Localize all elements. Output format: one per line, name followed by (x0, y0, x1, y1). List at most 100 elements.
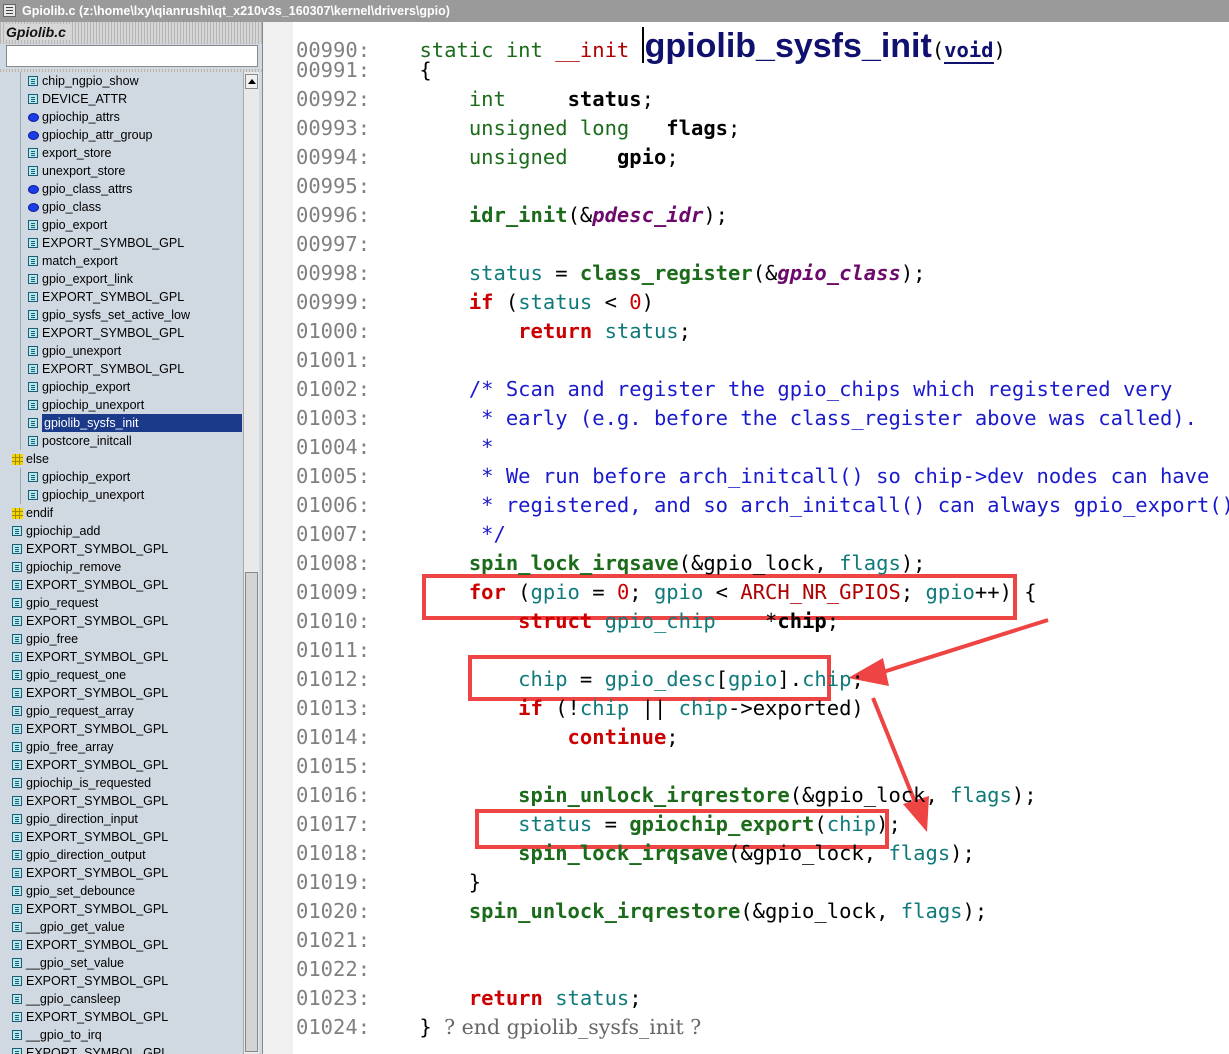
code-line[interactable]: 01004: * (296, 433, 494, 462)
symbol-item[interactable]: gpio_class_attrs (0, 180, 244, 198)
symbol-item[interactable]: EXPORT_SYMBOL_GPL (0, 756, 244, 774)
symbol-item[interactable]: __gpio_set_value (0, 954, 244, 972)
line-number: 01007 (296, 522, 358, 546)
code-line[interactable]: 01006: * registered, and so arch_initcal… (296, 491, 1229, 520)
code-line[interactable]: 01007: */ (296, 520, 506, 549)
symbol-item[interactable]: else (0, 450, 244, 468)
code-line[interactable]: 01017: status = gpiochip_export(chip); (296, 810, 901, 839)
symbol-item[interactable]: EXPORT_SYMBOL_GPL (0, 900, 244, 918)
symbol-item[interactable]: EXPORT_SYMBOL_GPL (0, 360, 244, 378)
symbol-item[interactable]: gpio_class (0, 198, 244, 216)
symbol-search-input[interactable] (6, 45, 258, 67)
code-line[interactable]: 00992: int status; (296, 85, 654, 114)
code-line[interactable]: 01003: * early (e.g. before the class_re… (296, 404, 1197, 433)
symbol-item[interactable]: __gpio_cansleep (0, 990, 244, 1008)
code-line[interactable]: 01009: for (gpio = 0; gpio < ARCH_NR_GPI… (296, 578, 1037, 607)
symbol-item[interactable]: gpio_set_debounce (0, 882, 244, 900)
symbol-item[interactable]: chip_ngpio_show (0, 72, 244, 90)
symbol-item[interactable]: postcore_initcall (0, 432, 244, 450)
symbol-item[interactable]: gpio_unexport (0, 342, 244, 360)
symbol-item[interactable]: gpio_request_one (0, 666, 244, 684)
symbol-item[interactable]: EXPORT_SYMBOL_GPL (0, 972, 244, 990)
code-line[interactable]: 00995: (296, 172, 370, 201)
symbol-item[interactable]: EXPORT_SYMBOL_GPL (0, 864, 244, 882)
symbol-item[interactable]: EXPORT_SYMBOL_GPL (0, 576, 244, 594)
symbol-item[interactable]: EXPORT_SYMBOL_GPL (0, 720, 244, 738)
code-line[interactable]: 01016: spin_unlock_irqrestore(&gpio_lock… (296, 781, 1037, 810)
symbol-item[interactable]: EXPORT_SYMBOL_GPL (0, 792, 244, 810)
code-line[interactable]: 00990: static int __init gpiolib_sysfs_i… (296, 27, 1006, 64)
code-line[interactable]: 01008: spin_lock_irqsave(&gpio_lock, fla… (296, 549, 926, 578)
symbol-item[interactable]: DEVICE_ATTR (0, 90, 244, 108)
symbol-item[interactable]: __gpio_to_irq (0, 1026, 244, 1044)
symbol-item[interactable]: match_export (0, 252, 244, 270)
symbol-item[interactable]: gpio_sysfs_set_active_low (0, 306, 244, 324)
symbol-item[interactable]: gpiochip_export (0, 378, 244, 396)
symbol-item[interactable]: gpio_direction_output (0, 846, 244, 864)
symbol-item[interactable]: EXPORT_SYMBOL_GPL (0, 1008, 244, 1026)
symbol-item[interactable]: EXPORT_SYMBOL_GPL (0, 936, 244, 954)
code-line[interactable]: 01022: (296, 955, 370, 984)
code-line[interactable]: 00993: unsigned long flags; (296, 114, 740, 143)
symbol-item[interactable]: gpiochip_unexport (0, 396, 244, 414)
code-line[interactable]: 01010: struct gpio_chip *chip; (296, 607, 839, 636)
code-line[interactable]: 01018: spin_lock_irqsave(&gpio_lock, fla… (296, 839, 975, 868)
code-line[interactable]: 00999: if (status < 0) (296, 288, 654, 317)
symbol-item[interactable]: unexport_store (0, 162, 244, 180)
code-line[interactable]: 00994: unsigned gpio; (296, 143, 679, 172)
symbol-item[interactable]: gpio_request_array (0, 702, 244, 720)
symbol-item[interactable]: EXPORT_SYMBOL_GPL (0, 828, 244, 846)
symbol-item[interactable]: gpiochip_attrs (0, 108, 244, 126)
code-line[interactable]: 01014: continue; (296, 723, 679, 752)
symbol-list-scrollbar[interactable] (243, 72, 259, 1054)
symbol-item[interactable]: EXPORT_SYMBOL_GPL (0, 684, 244, 702)
code-line[interactable]: 01015: (296, 752, 370, 781)
symbol-item[interactable]: gpio_free (0, 630, 244, 648)
symbol-item[interactable]: gpiochip_export (0, 468, 244, 486)
code-line[interactable]: 00997: (296, 230, 370, 259)
code-token: (& (567, 203, 593, 227)
code-line[interactable]: 01000: return status; (296, 317, 691, 346)
code-line[interactable]: 01011: (296, 636, 370, 665)
symbol-item[interactable]: EXPORT_SYMBOL_GPL (0, 324, 244, 342)
symbol-item-selected[interactable]: gpiolib_sysfs_init (0, 414, 244, 432)
symbol-item[interactable]: EXPORT_SYMBOL_GPL (0, 540, 244, 558)
code-line[interactable]: 00996: idr_init(&pdesc_idr); (296, 201, 728, 230)
symbol-item[interactable]: gpiochip_unexport (0, 486, 244, 504)
code-line[interactable]: 01023: return status; (296, 984, 642, 1013)
code-line[interactable]: 01021: (296, 926, 370, 955)
code-line[interactable]: 01019: } (296, 868, 481, 897)
code-line[interactable]: 01020: spin_unlock_irqrestore(&gpio_lock… (296, 897, 987, 926)
symbol-item[interactable]: EXPORT_SYMBOL_GPL (0, 234, 244, 252)
symbol-item[interactable]: gpio_export_link (0, 270, 244, 288)
scroll-up-arrow-icon[interactable] (245, 74, 258, 89)
symbol-item[interactable]: EXPORT_SYMBOL_GPL (0, 612, 244, 630)
symbol-item[interactable]: __gpio_get_value (0, 918, 244, 936)
symbol-item[interactable]: gpiochip_remove (0, 558, 244, 576)
code-line[interactable]: 01001: (296, 346, 370, 375)
symbol-item[interactable]: gpio_direction_input (0, 810, 244, 828)
symbol-item[interactable]: EXPORT_SYMBOL_GPL (0, 288, 244, 306)
function-icon (12, 598, 22, 608)
code-line[interactable]: 01024: } ? end gpiolib_sysfs_init ? (296, 1013, 701, 1042)
code-line[interactable]: 01002: /* Scan and register the gpio_chi… (296, 375, 1172, 404)
line-number-separator: : (357, 406, 371, 430)
code-editor[interactable]: 00990: static int __init gpiolib_sysfs_i… (263, 22, 1229, 1054)
symbol-item[interactable]: gpio_request (0, 594, 244, 612)
symbol-item[interactable]: gpio_export (0, 216, 244, 234)
symbol-item[interactable]: gpiochip_add (0, 522, 244, 540)
symbol-item[interactable]: gpiochip_attr_group (0, 126, 244, 144)
scrollbar-thumb[interactable] (245, 572, 258, 1052)
symbol-item[interactable]: EXPORT_SYMBOL_GPL (0, 1044, 244, 1054)
code-line[interactable]: 00991: { (296, 56, 432, 85)
code-line[interactable]: 01013: if (!chip || chip->exported) (296, 694, 864, 723)
function-icon (28, 292, 38, 302)
symbol-item[interactable]: gpiochip_is_requested (0, 774, 244, 792)
symbol-item[interactable]: export_store (0, 144, 244, 162)
symbol-item[interactable]: endif (0, 504, 244, 522)
code-line[interactable]: 01005: * We run before arch_initcall() s… (296, 462, 1209, 491)
code-line[interactable]: 01012: chip = gpio_desc[gpio].chip; (296, 665, 864, 694)
symbol-item[interactable]: gpio_free_array (0, 738, 244, 756)
symbol-item[interactable]: EXPORT_SYMBOL_GPL (0, 648, 244, 666)
code-line[interactable]: 00998: status = class_register(&gpio_cla… (296, 259, 926, 288)
